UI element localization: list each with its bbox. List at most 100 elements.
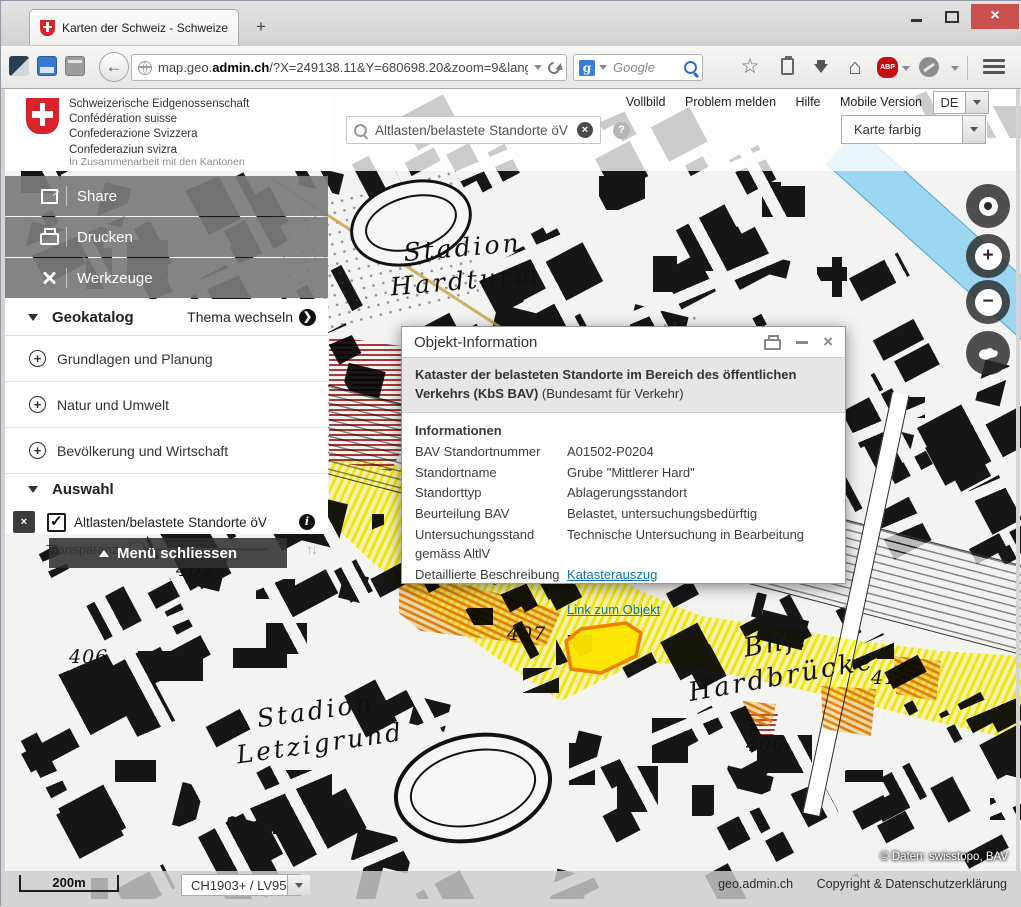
plus-icon: + [975, 243, 1002, 270]
window-close-button[interactable]: × [971, 4, 1019, 29]
title-bar: Karten der Schweiz - Schweize... + × [1, 1, 1021, 45]
share-button[interactable]: → Share [1, 176, 328, 216]
link-mobile-version[interactable]: Mobile Version [840, 95, 922, 109]
link-vollbild[interactable]: Vollbild [626, 95, 666, 109]
catalog-item-bevoelkerung[interactable]: + Bevölkerung und Wirtschaft [1, 428, 328, 474]
back-button[interactable]: ← [99, 52, 129, 82]
search-engine-bar[interactable]: g [573, 54, 703, 81]
bookmark-star-icon[interactable]: ☆ [736, 55, 764, 79]
link-zum-objekt-link[interactable]: Link zum Objekt [567, 602, 660, 617]
browser-tab[interactable]: Karten der Schweiz - Schweize... [29, 9, 239, 45]
swiss-shield-icon [26, 98, 59, 134]
site-header: Schweizerische Eidgenossenschaft Confédé… [1, 89, 1021, 171]
map-style-select[interactable]: Karte farbig [841, 115, 986, 144]
close-menu-button[interactable]: Menü schliessen [49, 538, 287, 568]
toolbar-overflow-dropdown-icon[interactable] [951, 66, 959, 71]
search-icon [354, 124, 367, 137]
catalog-item-grundlagen[interactable]: + Grundlagen und Planung [1, 336, 328, 382]
google-icon[interactable]: g [579, 60, 595, 76]
pinned-addon-icon-3[interactable] [65, 56, 85, 76]
geolocation-button[interactable] [966, 184, 1010, 228]
search-engine-dropdown-icon[interactable] [599, 65, 607, 70]
switzerland-overview-button[interactable] [966, 331, 1010, 375]
chevron-down-icon [965, 92, 988, 113]
tools-button[interactable]: Werkzeuge [1, 258, 328, 298]
window-minimize-button[interactable] [899, 4, 933, 29]
language-select[interactable]: DE [933, 91, 989, 114]
arrow-right-icon: ❯ [299, 309, 316, 326]
new-tab-button[interactable]: + [248, 15, 274, 39]
divider [66, 268, 67, 288]
geokatalog-title: Geokatalog [52, 309, 134, 326]
search-magnifier-icon[interactable] [684, 61, 697, 74]
zoom-out-button[interactable]: − [966, 280, 1010, 324]
adblock-dropdown-icon[interactable] [902, 66, 910, 71]
auswahl-header[interactable]: Auswahl [1, 474, 328, 504]
extension-icon[interactable] [919, 57, 939, 77]
map-search-input[interactable] [373, 122, 571, 139]
info-row: StandortnameGrube "Mittlerer Hard" [415, 464, 832, 483]
header-links: Vollbild Problem melden Hilfe Mobile Ver… [610, 95, 922, 109]
info-row: Link zum Objekt [415, 601, 832, 620]
map-elevation-label: 406 [746, 734, 785, 756]
url-text[interactable]: map.geo.admin.ch/?X=249138.11&Y=680698.2… [158, 60, 528, 75]
zoom-in-button[interactable]: + [966, 234, 1010, 278]
popup-title: Objekt-Information [414, 334, 537, 351]
close-icon[interactable]: × [823, 334, 833, 350]
layer-checkbox[interactable] [47, 513, 66, 532]
info-row: Beurteilung BAVBelastet, untersuchungsbe… [415, 505, 832, 524]
layer-reorder-arrows[interactable]: ↑↓ [306, 541, 316, 557]
popup-header[interactable]: Objekt-Information × [402, 327, 845, 357]
link-problem-melden[interactable]: Problem melden [685, 95, 776, 109]
katasterauszug-link[interactable]: Katasterauszug [567, 567, 657, 582]
active-layer-row: × Altlasten/belastete Standorte öV i [1, 508, 328, 536]
locate-icon [979, 197, 998, 216]
map-search-field[interactable]: × [346, 116, 601, 144]
url-dropdown-icon[interactable] [534, 65, 542, 70]
chevron-down-icon [28, 486, 38, 493]
menu-hamburger-icon[interactable] [983, 59, 1005, 77]
minimize-icon[interactable] [796, 341, 808, 344]
expand-plus-icon[interactable]: + [29, 396, 46, 413]
popup-body: Informationen BAV StandortnummerA01502-P… [402, 413, 845, 632]
expand-plus-icon[interactable]: + [29, 350, 46, 367]
toolbar-divider [967, 56, 968, 80]
thema-wechseln-link[interactable]: Thema wechseln ❯ [187, 309, 316, 326]
reload-icon[interactable] [546, 59, 563, 76]
expand-plus-icon[interactable]: + [29, 442, 46, 459]
layer-info-icon[interactable]: i [299, 514, 315, 530]
pinned-addon-icon-2[interactable] [37, 56, 57, 76]
home-icon[interactable]: ⌂ [841, 55, 869, 79]
auswahl-title: Auswahl [52, 481, 114, 498]
geoadmin-link[interactable]: geo.admin.ch [718, 877, 793, 891]
url-bar[interactable]: map.geo.admin.ch/?X=249138.11&Y=680698.2… [131, 54, 567, 81]
adblock-icon[interactable]: ABP [877, 57, 898, 78]
catalog-item-natur[interactable]: + Natur und Umwelt [1, 382, 328, 428]
map-attribution: © Daten: swisstopo, BAV [880, 851, 1008, 863]
download-arrow-icon [814, 64, 828, 73]
map-elevation-label: 415 [871, 667, 910, 689]
search-help-icon[interactable]: ? [613, 122, 630, 139]
page-content: StadionHardturm Bhf. Hardbrücke StadionL… [1, 89, 1021, 899]
popup-subtitle: Kataster der belasteten Standorte im Ber… [402, 357, 845, 413]
search-clear-icon[interactable]: × [577, 122, 593, 138]
remove-layer-button[interactable]: × [13, 511, 35, 533]
window-maximize-button[interactable] [935, 4, 969, 29]
chevron-down-icon [28, 314, 38, 321]
print-button[interactable]: Drucken [1, 217, 328, 257]
info-row: StandorttypAblagerungsstandort [415, 484, 832, 503]
projection-select[interactable]: CH1903+ / LV95 [181, 874, 301, 896]
info-row: BAV StandortnummerA01502-P0204 [415, 443, 832, 462]
layer-catalog-panel: Geokatalog Thema wechseln ❯ + Grundlagen… [1, 299, 328, 534]
downloads-icon[interactable] [807, 55, 835, 79]
bookmarks-menu-icon[interactable] [773, 55, 801, 81]
link-hilfe[interactable]: Hilfe [796, 95, 821, 109]
geokatalog-header[interactable]: Geokatalog Thema wechseln ❯ [1, 299, 328, 336]
chevron-down-icon [962, 116, 985, 143]
close-menu-label: Menü schliessen [117, 545, 237, 562]
print-icon[interactable] [764, 339, 781, 350]
header-logo-block: Schweizerische Eidgenossenschaft Confédé… [1, 89, 331, 171]
copyright-link[interactable]: Copyright & Datenschutzerklärung [817, 877, 1007, 891]
web-search-input[interactable] [611, 59, 680, 76]
pinned-addon-icon-1[interactable] [9, 56, 29, 76]
